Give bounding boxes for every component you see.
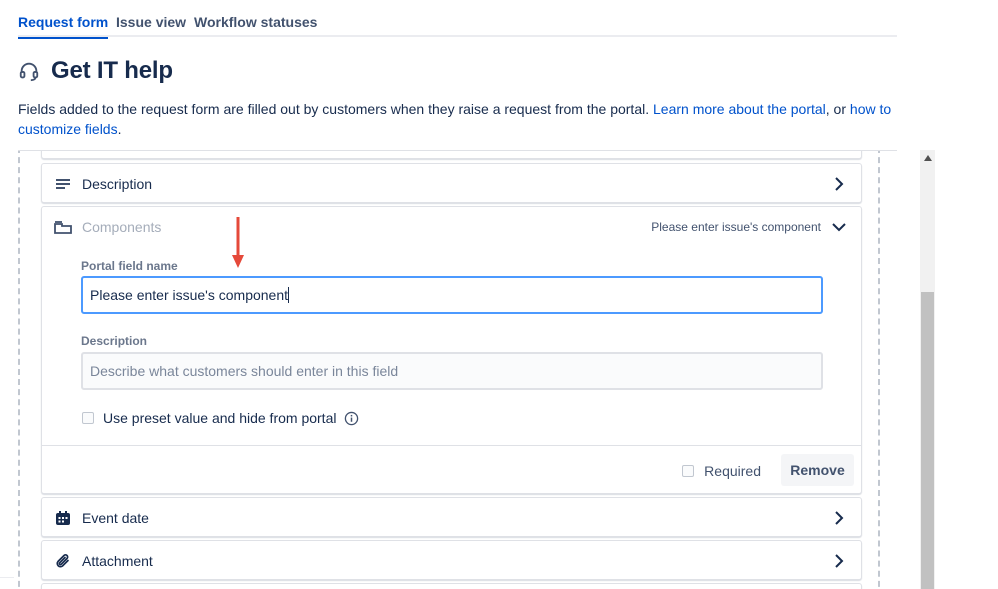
tab-request-form[interactable]: Request form xyxy=(18,14,109,39)
field-label: Event date xyxy=(82,510,149,526)
component-icon xyxy=(54,218,72,236)
field-card-next[interactable] xyxy=(41,583,862,589)
required-label: Required xyxy=(704,463,761,479)
chevron-right-icon[interactable] xyxy=(831,553,847,569)
chevron-right-icon[interactable] xyxy=(831,176,847,192)
field-card-previous[interactable] xyxy=(41,151,862,159)
tab-issue-view[interactable]: Issue view xyxy=(116,14,186,37)
field-label: Components xyxy=(82,219,162,235)
portal-field-name-input[interactable]: Please enter issue's component xyxy=(81,276,823,314)
field-card-description[interactable]: Description xyxy=(41,163,862,203)
portal-field-name-value: Please enter issue's component xyxy=(90,287,289,303)
intro-text-part: , or xyxy=(825,101,850,117)
field-card-components[interactable]: Components Please enter issue's componen… xyxy=(41,206,862,494)
text-cursor xyxy=(288,287,290,303)
portal-field-name-label: Portal field name xyxy=(81,259,178,273)
headset-icon xyxy=(19,62,39,82)
intro-text: Fields added to the request form are fil… xyxy=(18,99,898,139)
divider xyxy=(0,577,14,589)
field-summary: Please enter issue's component xyxy=(651,220,821,234)
scroll-up-arrow-icon[interactable] xyxy=(920,150,935,165)
field-card-attachment[interactable]: Attachment xyxy=(41,540,862,580)
description-label: Description xyxy=(81,334,148,348)
chevron-down-icon[interactable] xyxy=(831,219,847,235)
scrollbar-thumb[interactable] xyxy=(921,292,934,589)
text-lines-icon xyxy=(54,175,72,193)
chevron-right-icon[interactable] xyxy=(831,510,847,526)
description-input[interactable] xyxy=(81,352,823,390)
annotation-arrow-icon xyxy=(232,217,244,268)
preset-checkbox[interactable] xyxy=(82,412,94,424)
required-option: Required xyxy=(682,463,761,479)
preset-option: Use preset value and hide from portal xyxy=(82,410,359,426)
page-header: Get IT help xyxy=(18,56,173,86)
info-icon[interactable] xyxy=(344,411,359,426)
field-label: Description xyxy=(82,176,153,192)
drop-zone: Description Components Please enter issu… xyxy=(18,151,880,589)
page-title: Get IT help xyxy=(51,57,173,84)
vertical-scrollbar[interactable] xyxy=(920,150,935,589)
intro-text-part: . xyxy=(117,121,122,137)
tab-workflow-statuses[interactable]: Workflow statuses xyxy=(194,14,317,37)
preset-label: Use preset value and hide from portal xyxy=(103,410,337,426)
tab-bar: Request form Issue view Workflow statuse… xyxy=(18,0,897,39)
intro-text-part: Fields added to the request form are fil… xyxy=(18,101,653,117)
field-card-event-date[interactable]: Event date xyxy=(41,497,862,537)
required-checkbox[interactable] xyxy=(682,465,695,477)
calendar-icon xyxy=(54,509,72,527)
paperclip-icon xyxy=(54,552,72,570)
learn-more-portal-link[interactable]: Learn more about the portal xyxy=(653,101,826,117)
form-fields-list: Description Components Please enter issu… xyxy=(18,150,897,589)
field-label: Attachment xyxy=(82,553,153,569)
remove-button[interactable]: Remove xyxy=(781,454,854,486)
field-card-footer: Required Remove xyxy=(42,445,861,495)
